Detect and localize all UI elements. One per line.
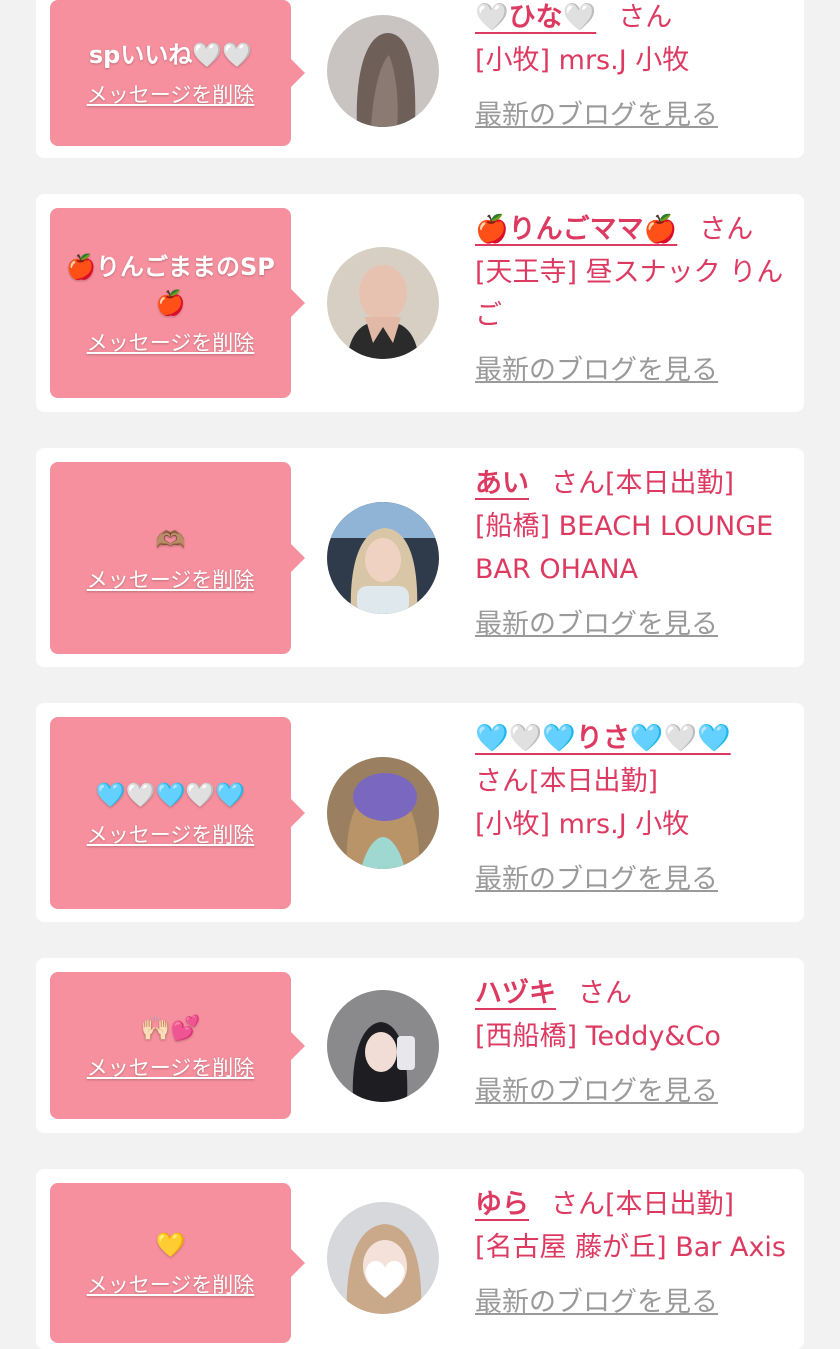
sender-info: ゆら さん[本日出勤] [名古屋 藤が丘] Bar Axis 最新のブログを見る [475, 1183, 795, 1324]
message-bubble: 💛 メッセージを削除 [50, 1183, 305, 1343]
sender-name-link[interactable]: 🩵🤍🩵りさ🩵🤍🩵 [475, 723, 731, 754]
honorific: さん [699, 214, 754, 245]
latest-blog-link[interactable]: 最新のブログを見る [475, 1070, 718, 1113]
avatar[interactable] [327, 1202, 439, 1314]
message-bubble: 🍎りんごままのSP🍎 メッセージを削除 [50, 208, 305, 398]
latest-blog-link[interactable]: 最新のブログを見る [475, 603, 718, 646]
sender-name-link[interactable]: ゆら [475, 1189, 529, 1220]
status-badge: [本日出勤] [605, 1189, 735, 1220]
sender-name-link[interactable]: 🤍ひな🤍 [475, 2, 596, 33]
message-bubble: 🫶🏽 メッセージを削除 [50, 462, 305, 654]
sender-info: 🩵🤍🩵りさ🩵🤍🩵 さん[本日出勤] [小牧] mrs.J 小牧 最新のブログを見る [475, 717, 795, 901]
latest-blog-link[interactable]: 最新のブログを見る [475, 94, 718, 137]
avatar[interactable] [327, 757, 439, 869]
delete-message-link[interactable]: メッセージを削除 [87, 564, 255, 594]
shop-name: [名古屋 藤が丘] Bar Axis [475, 1232, 787, 1263]
message-text: 🫶🏽 [155, 526, 186, 554]
honorific: さん [551, 1189, 605, 1220]
shop-name: [西船橋] Teddy&Co [475, 1021, 721, 1052]
shop-name: [小牧] mrs.J 小牧 [475, 809, 690, 840]
avatar[interactable] [327, 15, 439, 127]
message-bubble: 🩵🤍🩵🤍🩵 メッセージを削除 [50, 717, 305, 909]
message-text: 🙌🏻💕 [140, 1013, 201, 1042]
message-text: 💛 [155, 1231, 186, 1259]
message-text: spいいね🤍🤍 [88, 41, 253, 69]
list-item: spいいね🤍🤍 メッセージを削除 🤍ひな🤍 さん [小牧] mrs.J 小牧 最新… [36, 0, 804, 158]
sender-name-link[interactable]: あい [475, 468, 529, 499]
sender-info: あい さん[本日出勤] [船橋] BEACH LOUNGE BAR OHANA 最… [475, 462, 795, 646]
delete-message-link[interactable]: メッセージを削除 [87, 327, 255, 357]
list-item: 🫶🏽 メッセージを削除 あい さん[本日出勤] [船橋] BEACH LOUNGE… [36, 448, 804, 667]
delete-message-link[interactable]: メッセージを削除 [87, 819, 255, 849]
list-item: 🩵🤍🩵🤍🩵 メッセージを削除 🩵🤍🩵りさ🩵🤍🩵 さん[本日出勤] [小牧] mrs… [36, 703, 804, 922]
honorific: さん [551, 468, 605, 499]
avatar[interactable] [327, 502, 439, 614]
shop-name: [小牧] mrs.J 小牧 [475, 45, 690, 76]
avatar[interactable] [327, 247, 439, 359]
status-badge: [本日出勤] [529, 766, 659, 797]
honorific: さん [618, 2, 673, 33]
avatar[interactable] [327, 990, 439, 1102]
list-item: 💛 メッセージを削除 ゆら さん[本日出勤] [名古屋 藤が丘] Bar Axis… [36, 1169, 804, 1349]
list-item: 🍎りんごままのSP🍎 メッセージを削除 🍎りんごママ🍎 さん [天王寺] 昼スナッ… [36, 194, 804, 412]
latest-blog-link[interactable]: 最新のブログを見る [475, 1281, 718, 1324]
list-item: 🙌🏻💕 メッセージを削除 ハヅキ さん [西船橋] Teddy&Co 最新のブログ… [36, 958, 804, 1133]
message-text: 🩵🤍🩵🤍🩵 [95, 781, 246, 809]
honorific: さん [578, 978, 632, 1009]
shop-name: [船橋] BEACH LOUNGE BAR OHANA [475, 511, 774, 585]
message-bubble: 🙌🏻💕 メッセージを削除 [50, 972, 305, 1119]
shop-name: [天王寺] 昼スナック りんご [475, 257, 784, 331]
sender-info: 🤍ひな🤍 さん [小牧] mrs.J 小牧 最新のブログを見る [475, 0, 795, 137]
message-list: spいいね🤍🤍 メッセージを削除 🤍ひな🤍 さん [小牧] mrs.J 小牧 最新… [0, 0, 840, 1349]
delete-message-link[interactable]: メッセージを削除 [87, 1052, 255, 1082]
honorific: さん [475, 766, 529, 797]
message-bubble: spいいね🤍🤍 メッセージを削除 [50, 0, 305, 146]
message-text: 🍎りんごままのSP🍎 [66, 253, 275, 317]
delete-message-link[interactable]: メッセージを削除 [87, 1269, 255, 1299]
sender-name-link[interactable]: 🍎りんごママ🍎 [475, 214, 677, 245]
sender-info: ハヅキ さん [西船橋] Teddy&Co 最新のブログを見る [475, 972, 795, 1113]
latest-blog-link[interactable]: 最新のブログを見る [475, 349, 718, 392]
sender-name-link[interactable]: ハヅキ [475, 978, 556, 1009]
latest-blog-link[interactable]: 最新のブログを見る [475, 858, 718, 901]
status-badge: [本日出勤] [605, 468, 735, 499]
delete-message-link[interactable]: メッセージを削除 [87, 79, 255, 109]
sender-info: 🍎りんごママ🍎 さん [天王寺] 昼スナック りんご 最新のブログを見る [475, 208, 795, 392]
